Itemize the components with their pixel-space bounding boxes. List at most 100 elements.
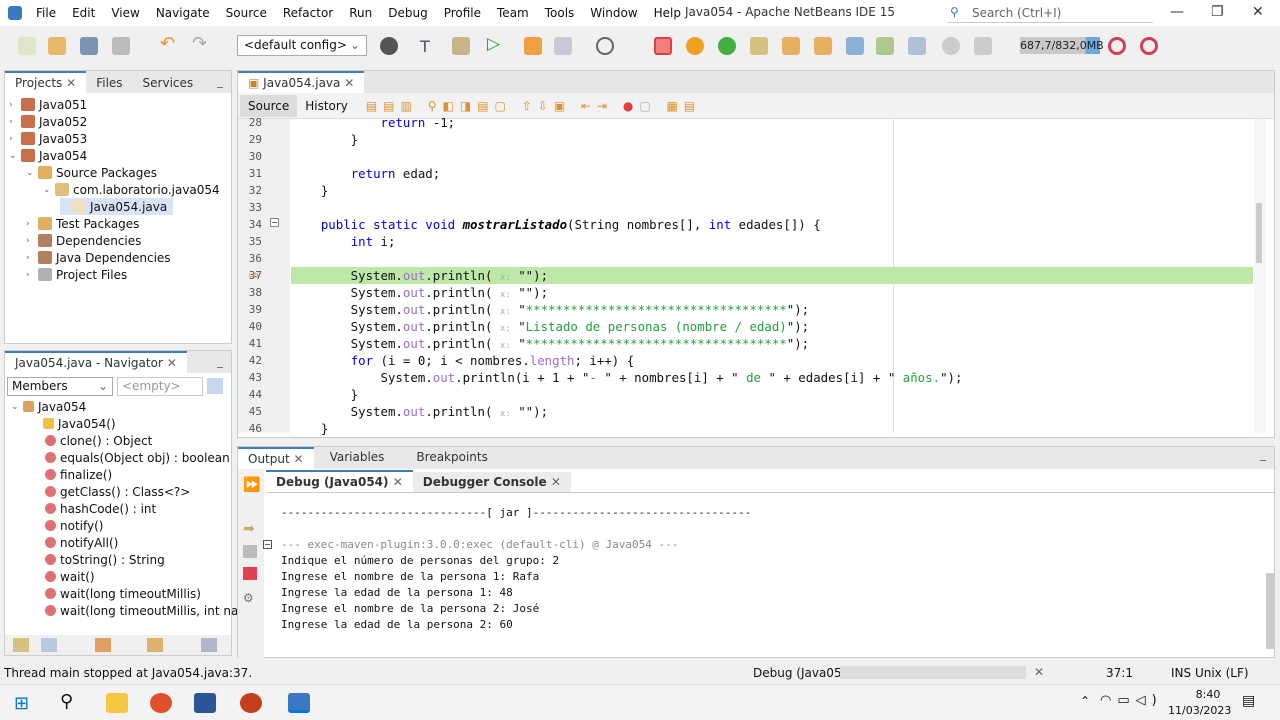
tab-navigator[interactable]: Java054.java - Navigator ✕ [5,351,187,373]
tree-item[interactable]: Java054.java [60,198,174,215]
options-icon[interactable]: ⚙ [243,591,254,605]
status-task[interactable]: Debug (Java054) [753,666,854,680]
minimize-panel-icon[interactable]: _ [209,354,231,373]
expand-icon[interactable]: ⌄ [43,185,55,195]
config-select[interactable]: <default config> ⌄ [237,35,367,56]
sort-order-icon[interactable] [201,638,217,652]
code-line[interactable]: return -1; [291,114,456,131]
tree-item[interactable]: › Java053 [9,130,87,147]
output-scrollbar[interactable] [1266,573,1274,649]
tree-item[interactable]: › Dependencies [26,232,141,249]
finish-debug-icon[interactable] [654,37,672,55]
undo-icon[interactable]: ↶ [160,33,178,54]
tree-item[interactable]: ⌄ com.laboratorio.java054 [43,181,220,198]
menu-source[interactable]: Source [226,6,267,20]
code-line[interactable]: System.out.println( x: ""); [291,284,548,301]
close-icon[interactable]: ✕ [551,475,561,489]
redo-icon[interactable]: ↷ [192,33,210,54]
code-line[interactable]: } [291,131,358,148]
netbeans-taskbar-icon[interactable] [288,693,310,713]
step-out-icon[interactable] [814,37,832,55]
tree-item[interactable]: › Java051 [9,96,87,113]
fold-icon[interactable]: − [263,540,272,549]
continue-icon[interactable] [718,37,736,55]
run-to-cursor-icon[interactable] [846,37,864,55]
tab-output[interactable]: Output ✕ [238,447,314,469]
step-arrow-icon[interactable]: ➡ [243,521,255,537]
maximize-button[interactable]: ❐ [1211,4,1224,20]
tree-item[interactable]: ⌄ Source Packages [26,164,157,181]
save-all-icon[interactable] [112,37,130,55]
minimize-panel-icon[interactable]: _ [209,74,231,93]
tree-item[interactable]: › Test Packages [26,215,139,232]
source-button[interactable]: Source [240,94,298,117]
menu-run[interactable]: Run [349,6,372,20]
pause-icon[interactable] [686,37,704,55]
tray-network-volume-icons[interactable]: ◠▭◁) [1100,693,1163,708]
tree-item[interactable]: › Project Files [26,266,127,283]
pause-profiler-icon[interactable] [1140,37,1158,55]
close-icon[interactable]: ✕ [167,356,177,370]
memory-indicator[interactable]: 687,7/832,0MB [1020,37,1104,54]
minimize-panel-icon[interactable]: _ [1252,447,1274,469]
code-line[interactable]: } [291,182,328,199]
member-item[interactable]: notify() [45,517,103,534]
close-icon[interactable]: ✕ [294,452,304,466]
code-line[interactable]: } [291,386,358,403]
close-icon[interactable]: ✕ [344,76,354,90]
expand-icon[interactable]: ⌄ [11,402,23,412]
menu-tools[interactable]: Tools [545,6,575,20]
code-line[interactable]: } [291,420,328,437]
new-project-icon[interactable] [48,37,66,55]
subtab-debug-java054[interactable]: Debug (Java054) ✕ [266,470,413,492]
empty-select[interactable]: <empty> [117,377,203,396]
tab-files[interactable]: Files [86,73,132,93]
windows-start-icon[interactable]: ⊞ [14,693,29,714]
expand-icon[interactable]: › [26,253,38,263]
members-select[interactable]: Members ⌄ [7,377,113,396]
expand-icon[interactable]: ⌄ [26,168,38,178]
step-over-icon[interactable] [750,37,768,55]
expand-icon[interactable]: › [26,270,38,280]
expand-icon[interactable]: › [9,100,21,110]
filter-fields-icon[interactable] [13,638,29,652]
member-item[interactable]: wait() [45,568,95,585]
member-item[interactable]: Java054() [43,415,116,432]
tab-breakpoints[interactable]: Breakpoints [400,447,503,469]
code-line[interactable]: System.out.println( x: ""); [291,267,548,284]
expand-icon[interactable]: › [26,236,38,246]
clock-date[interactable]: 11/03/2023 [1168,704,1231,717]
member-item[interactable]: clone() : Object [45,432,152,449]
member-item[interactable]: notifyAll() [45,534,118,551]
cancel-task-icon[interactable]: ✕ [1034,665,1044,679]
brave-icon[interactable] [150,693,172,713]
apply-changes-icon[interactable] [876,37,894,55]
code-line[interactable]: for (i = 0; i < nombres.length; i++) { [291,352,635,369]
member-item[interactable]: hashCode() : int [45,500,156,517]
clean-build-icon[interactable] [452,37,470,55]
rerun-icon[interactable]: ⏩ [243,477,260,493]
tree-item[interactable]: › Java052 [9,113,87,130]
filter-static-icon[interactable] [41,638,57,652]
notifications-icon[interactable]: ▤ [1242,693,1255,709]
code-line[interactable]: public static void mostrarListado(String… [291,216,821,233]
menu-window[interactable]: Window [590,6,637,20]
expand-icon[interactable]: › [26,219,38,229]
clock-time[interactable]: 8:40 [1183,688,1233,701]
expand-icon[interactable]: › [9,117,21,127]
toggle-breakpoint-icon[interactable]: ● [623,99,639,113]
editor-scrollbar[interactable] [1254,119,1266,433]
menu-navigate[interactable]: Navigate [156,6,210,20]
close-icon[interactable]: ✕ [66,76,76,90]
code-line[interactable]: System.out.println(i + 1 + "- " + nombre… [291,369,963,386]
subtab-debugger-console[interactable]: Debugger Console ✕ [412,472,571,492]
menu-view[interactable]: View [111,6,139,20]
menu-file[interactable]: File [36,6,56,20]
profiler-icon[interactable] [1108,37,1126,55]
run-icon[interactable]: ▷ [487,34,505,54]
menu-profile[interactable]: Profile [444,6,481,20]
new-file-icon[interactable] [18,37,36,55]
code-line[interactable]: System.out.println( x: ""); [291,403,548,420]
evaluate-icon[interactable] [908,37,926,55]
debug-icon[interactable] [524,37,542,55]
